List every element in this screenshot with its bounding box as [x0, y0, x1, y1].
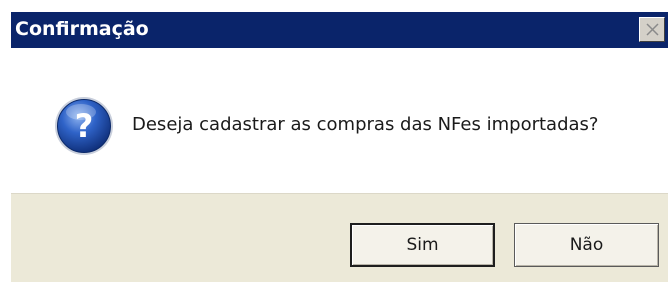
- dialog-message: Deseja cadastrar as compras das NFes imp…: [132, 114, 599, 135]
- confirmation-dialog: Confirmação ? Deseja cadastrar as compra…: [11, 12, 668, 282]
- yes-button[interactable]: Sim: [350, 223, 495, 267]
- yes-button-label: Sim: [406, 235, 439, 255]
- title-bar[interactable]: Confirmação: [11, 12, 668, 48]
- question-glyph: ?: [75, 107, 94, 145]
- divider: [11, 193, 668, 194]
- no-button-label: Não: [569, 235, 604, 255]
- question-icon: ?: [55, 97, 113, 155]
- window-title: Confirmação: [15, 18, 149, 40]
- close-button[interactable]: [639, 17, 665, 42]
- no-button[interactable]: Não: [514, 223, 659, 267]
- close-icon: [646, 23, 659, 36]
- message-area: ? Deseja cadastrar as compras das NFes i…: [11, 48, 668, 193]
